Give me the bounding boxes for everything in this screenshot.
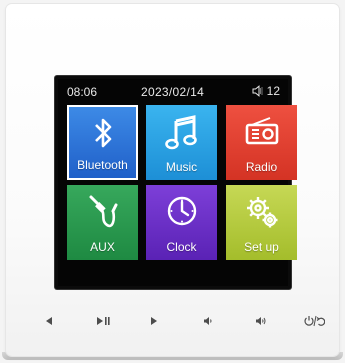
tile-label: Bluetooth (77, 158, 128, 172)
music-note-icon (146, 113, 217, 151)
next-button[interactable] (142, 310, 166, 332)
tile-aux[interactable]: AUX (67, 185, 138, 260)
tile-label: Radio (245, 160, 278, 174)
radio-icon (226, 113, 297, 147)
clock-time: 08:06 (67, 85, 98, 99)
tile-label: Music (165, 160, 198, 174)
hardware-button-row (0, 310, 345, 332)
date-display: 2023/02/14 (141, 85, 205, 99)
status-bar: 08:06 2023/02/14 12 (58, 79, 288, 103)
tile-label: Set up (244, 240, 279, 254)
gear-icon (226, 193, 297, 231)
tile-music[interactable]: Music (146, 105, 217, 180)
tile-clock[interactable]: Clock (146, 185, 217, 260)
volume-down-icon (204, 317, 212, 325)
aux-cable-icon (67, 193, 138, 231)
play-pause-icon (97, 317, 110, 325)
play-pause-button[interactable] (91, 310, 115, 332)
volume-up-button[interactable] (249, 310, 273, 332)
volume-level: 12 (266, 84, 280, 98)
tile-setup[interactable]: Set up (226, 185, 297, 260)
volume-indicator: 12 (252, 84, 280, 98)
previous-icon (46, 317, 52, 325)
touch-screen: 08:06 2023/02/14 12 Bluetooth Music Radi… (58, 79, 297, 286)
clock-icon (146, 193, 217, 229)
volume-down-button[interactable] (196, 310, 220, 332)
volume-up-icon (256, 317, 266, 325)
previous-button[interactable] (37, 310, 61, 332)
power-back-button[interactable] (301, 310, 327, 332)
tile-label: Clock (166, 240, 197, 254)
tile-label: AUX (90, 240, 115, 254)
tile-radio[interactable]: Radio (226, 105, 297, 180)
power-back-icon (304, 315, 325, 327)
speaker-icon (252, 85, 263, 97)
tile-bluetooth[interactable]: Bluetooth (67, 105, 138, 180)
bluetooth-icon (69, 115, 136, 151)
next-icon (151, 317, 157, 325)
